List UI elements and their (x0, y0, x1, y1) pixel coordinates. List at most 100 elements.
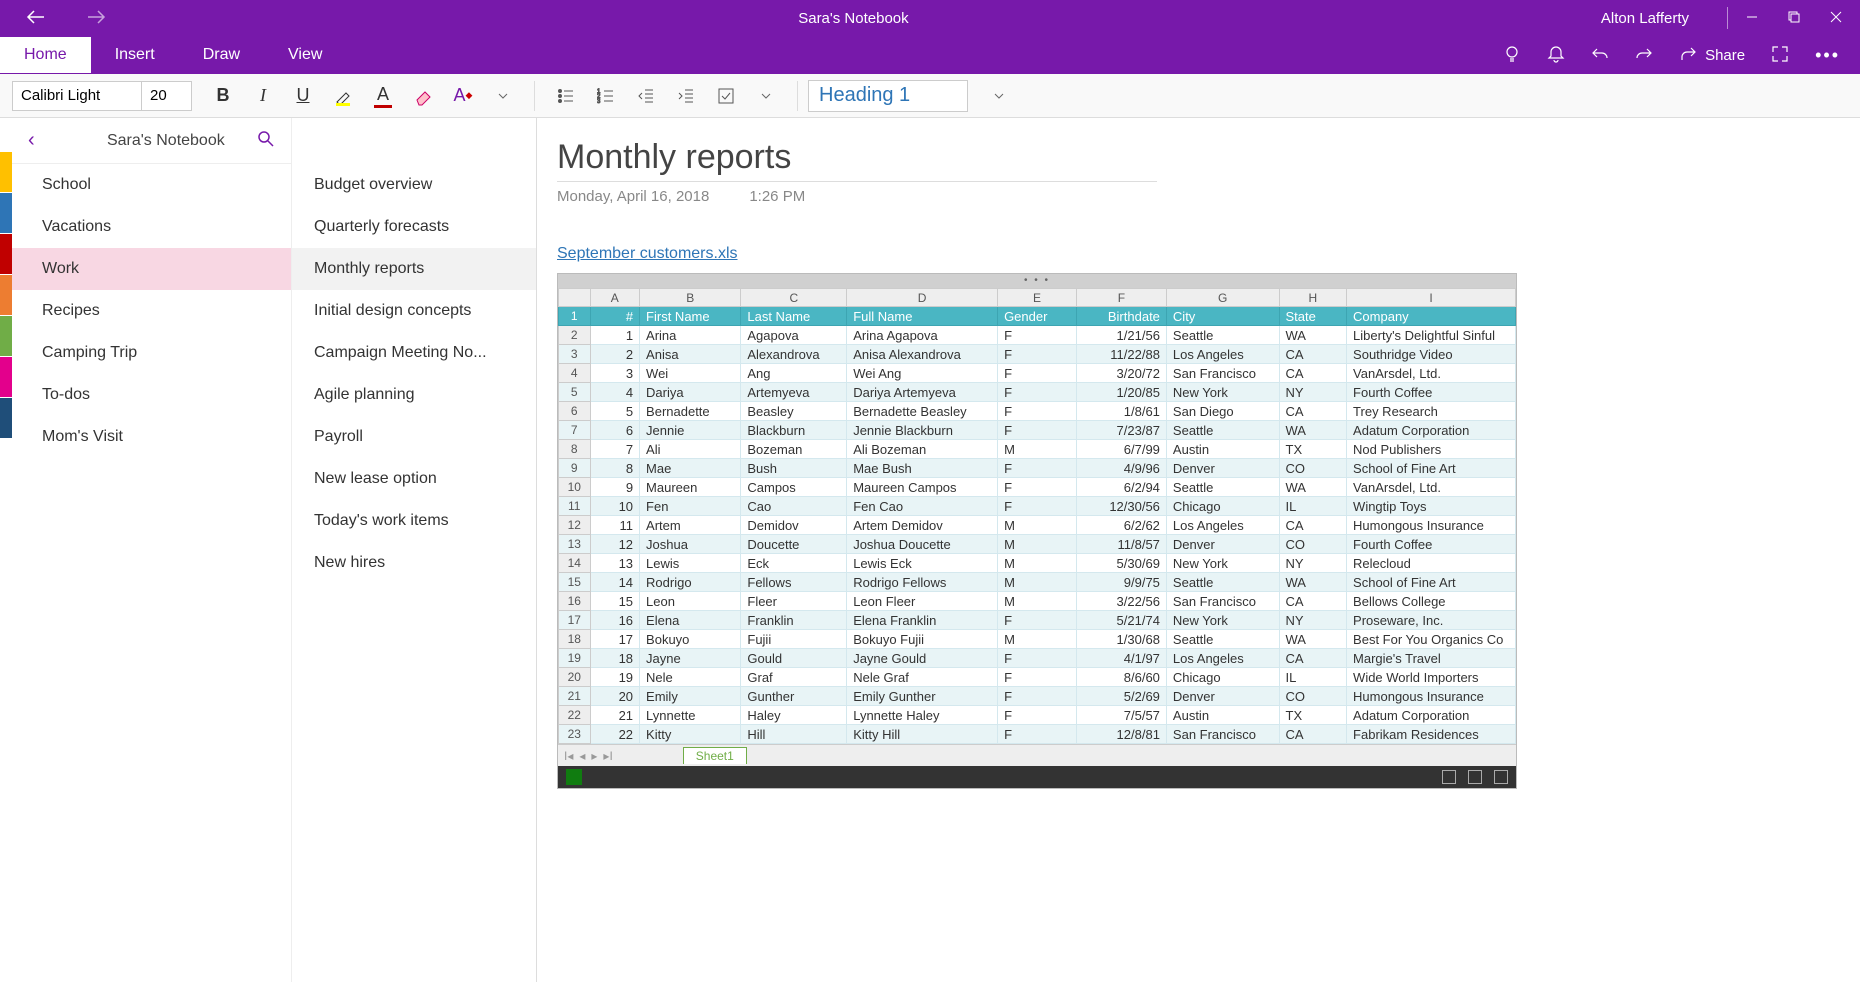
cell[interactable]: Kitty Hill (847, 725, 998, 744)
sheet-nav-next[interactable]: ▸ (591, 749, 597, 763)
page-item[interactable]: Monthly reports (292, 248, 536, 290)
cell[interactable]: CA (1279, 345, 1347, 364)
cell[interactable]: 20 (590, 687, 640, 706)
cell[interactable]: Arina Agapova (847, 326, 998, 345)
tab-view[interactable]: View (264, 37, 346, 73)
para-dropdown[interactable] (755, 85, 777, 107)
cell[interactable]: CA (1279, 364, 1347, 383)
notebook-title[interactable]: Sara's Notebook (75, 132, 257, 150)
indent-button[interactable] (675, 85, 697, 107)
cell[interactable]: 5/21/74 (1076, 611, 1166, 630)
cell[interactable]: San Francisco (1166, 364, 1279, 383)
cell[interactable]: 9/9/75 (1076, 573, 1166, 592)
cell[interactable]: F (998, 459, 1077, 478)
todo-tag-button[interactable] (715, 85, 737, 107)
cell[interactable]: Dariya Artemyeva (847, 383, 998, 402)
style-dropdown[interactable] (988, 85, 1010, 107)
select-all-corner[interactable] (559, 289, 591, 307)
minimize-button[interactable] (1746, 10, 1758, 26)
font-color-button[interactable]: A (372, 85, 394, 107)
cell[interactable]: Bush (741, 459, 847, 478)
header-cell[interactable]: Full Name (847, 307, 998, 326)
cell[interactable]: M (998, 573, 1077, 592)
row-header[interactable]: 6 (559, 402, 591, 421)
section-item[interactable]: Mom's Visit (12, 416, 291, 458)
cell[interactable]: WA (1279, 478, 1347, 497)
row-header[interactable]: 2 (559, 326, 591, 345)
cell[interactable]: Lewis Eck (847, 554, 998, 573)
view-btn-3[interactable] (1494, 770, 1508, 784)
cell[interactable]: VanArsdel, Ltd. (1347, 364, 1516, 383)
row-header[interactable]: 19 (559, 649, 591, 668)
cell[interactable]: 14 (590, 573, 640, 592)
bullets-button[interactable] (555, 85, 577, 107)
section-item[interactable]: Recipes (12, 290, 291, 332)
row-header[interactable]: 11 (559, 497, 591, 516)
row-header[interactable]: 13 (559, 535, 591, 554)
row-header[interactable]: 20 (559, 668, 591, 687)
cell[interactable]: Proseware, Inc. (1347, 611, 1516, 630)
cell[interactable]: Seattle (1166, 573, 1279, 592)
notebook-back-button[interactable]: ‹ (28, 129, 75, 152)
section-item[interactable]: Vacations (12, 206, 291, 248)
cell[interactable]: Bokuyo (640, 630, 741, 649)
section-color-tab[interactable] (0, 193, 12, 233)
cell[interactable]: TX (1279, 440, 1347, 459)
excel-icon[interactable] (566, 769, 582, 785)
section-color-tab[interactable] (0, 398, 12, 438)
row-header[interactable]: 12 (559, 516, 591, 535)
header-cell[interactable]: First Name (640, 307, 741, 326)
cell[interactable]: 6/7/99 (1076, 440, 1166, 459)
page-canvas[interactable]: Monthly reports Monday, April 16, 2018 1… (537, 118, 1860, 982)
page-item[interactable]: New lease option (292, 458, 536, 500)
cell[interactable]: F (998, 668, 1077, 687)
cell[interactable]: Joshua Doucette (847, 535, 998, 554)
close-button[interactable] (1830, 10, 1842, 26)
cell[interactable]: Graf (741, 668, 847, 687)
cell[interactable]: Dariya (640, 383, 741, 402)
col-header[interactable]: C (741, 289, 847, 307)
row-header[interactable]: 15 (559, 573, 591, 592)
row-header[interactable]: 4 (559, 364, 591, 383)
cell[interactable]: F (998, 497, 1077, 516)
cell[interactable]: Bozeman (741, 440, 847, 459)
section-color-tab[interactable] (0, 316, 12, 356)
cell[interactable]: Lynnette (640, 706, 741, 725)
cell[interactable]: Relecloud (1347, 554, 1516, 573)
view-btn-2[interactable] (1468, 770, 1482, 784)
sheet-nav-prev[interactable]: ◂ (579, 749, 585, 763)
cell[interactable]: VanArsdel, Ltd. (1347, 478, 1516, 497)
cell[interactable]: 1/20/85 (1076, 383, 1166, 402)
cell[interactable]: Los Angeles (1166, 649, 1279, 668)
cell[interactable]: Humongous Insurance (1347, 687, 1516, 706)
cell[interactable]: 1/30/68 (1076, 630, 1166, 649)
cell[interactable]: 6/2/62 (1076, 516, 1166, 535)
cell[interactable]: Fabrikam Residences (1347, 725, 1516, 744)
cell[interactable]: F (998, 611, 1077, 630)
cell[interactable]: 10 (590, 497, 640, 516)
cell[interactable]: 19 (590, 668, 640, 687)
cell[interactable]: F (998, 706, 1077, 725)
cell[interactable]: Joshua (640, 535, 741, 554)
underline-button[interactable]: U (292, 85, 314, 107)
section-color-tab[interactable] (0, 152, 12, 192)
cell[interactable]: Seattle (1166, 421, 1279, 440)
cell[interactable]: Chicago (1166, 497, 1279, 516)
cell[interactable]: Artem Demidov (847, 516, 998, 535)
lightbulb-icon[interactable] (1503, 45, 1521, 66)
style-select[interactable] (808, 80, 968, 112)
cell[interactable]: CA (1279, 592, 1347, 611)
tab-home[interactable]: Home (0, 37, 91, 73)
back-button[interactable] (26, 10, 46, 27)
italic-button[interactable]: I (252, 85, 274, 107)
cell[interactable]: School of Fine Art (1347, 573, 1516, 592)
cell[interactable]: CA (1279, 649, 1347, 668)
cell[interactable]: F (998, 649, 1077, 668)
cell[interactable]: F (998, 687, 1077, 706)
cell[interactable]: CA (1279, 402, 1347, 421)
row-header[interactable]: 22 (559, 706, 591, 725)
cell[interactable]: New York (1166, 383, 1279, 402)
cell[interactable]: F (998, 364, 1077, 383)
cell[interactable]: Doucette (741, 535, 847, 554)
cell[interactable]: M (998, 440, 1077, 459)
